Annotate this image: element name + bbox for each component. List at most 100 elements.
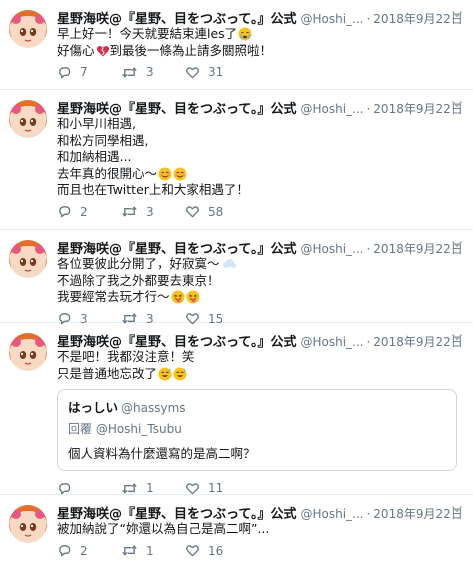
separator-dot: ·: [366, 12, 371, 26]
tweet[interactable]: 星野海咲@『星野、目をつぶって。』公式 @Hoshi_... · 2018年9月…: [0, 323, 473, 495]
smiling-face-emoji-icon: [173, 167, 187, 181]
heart-icon: [185, 65, 200, 80]
retweet-button[interactable]: 3: [121, 65, 185, 80]
sweat-smile-emoji-icon: [158, 367, 172, 381]
tongue-face-emoji-icon: [186, 290, 200, 304]
reply-button[interactable]: 7: [57, 65, 121, 80]
tweet-line: 各位要彼此分開了，好寂寞～: [57, 256, 220, 271]
quoted-tweet[interactable]: はっしい @hassyms 回覆 @Hoshi_Tsubu 個人資料為什麼還寫的是…: [57, 389, 457, 471]
tweet-line: 不過除了我之外都要去東京！: [57, 272, 220, 288]
like-button[interactable]: 11: [185, 481, 249, 496]
tweet-line: 被加納說了“妳還以為自己是高二啊”...: [57, 521, 270, 536]
author-name[interactable]: 星野海咲@『星野、目をつぶって。』公式: [57, 331, 296, 350]
tweet-header: 星野海咲@『星野、目をつぶって。』公式 @Hoshi_... · 2018年9月…: [57, 98, 465, 117]
reply-button[interactable]: 2: [57, 204, 121, 219]
avatar[interactable]: [9, 100, 47, 138]
smiling-face-emoji-icon: [158, 167, 172, 181]
cloud-puff-emoji-icon: [221, 257, 237, 271]
retweet-icon: [121, 543, 138, 558]
quoted-author-handle: @hassyms: [121, 401, 186, 415]
tweet-text: 各位要彼此分開了，好寂寞～ 不過除了我之外都要去東京！ 我要經常去玩才行～: [57, 256, 465, 306]
crying-face-emoji-icon: [238, 27, 252, 41]
reply-count: 7: [80, 65, 88, 79]
retweet-count: 3: [146, 204, 154, 219]
sweat-smile-emoji-icon: [173, 367, 187, 381]
author-name[interactable]: 星野海咲@『星野、目をつぶって。』公式: [57, 503, 296, 522]
author-handle[interactable]: @Hoshi_...: [300, 242, 363, 256]
tweet-line: 和松方同學相遇,: [57, 132, 149, 148]
separator-dot: ·: [366, 335, 371, 349]
tweet-actions: 7 3 31: [57, 59, 465, 85]
heart-icon: [185, 481, 200, 496]
retweet-icon: [121, 65, 138, 80]
separator-dot: ·: [366, 102, 371, 116]
timeline: 星野海咲@『星野、目をつぶって。』公式 @Hoshi_... · 2018年9月…: [0, 0, 473, 570]
chevron-down-icon[interactable]: [451, 99, 463, 109]
like-button[interactable]: 31: [185, 65, 249, 80]
tweet-header: 星野海咲@『星野、目をつぶって。』公式 @Hoshi_... · 2018年9月…: [57, 8, 465, 27]
like-button[interactable]: 16: [185, 543, 249, 558]
tweet-line: 不是吧！我都沒注意！笑: [57, 349, 195, 364]
author-handle[interactable]: @Hoshi_...: [300, 335, 363, 349]
tweet[interactable]: 星野海咲@『星野、目をつぶって。』公式 @Hoshi_... · 2018年9月…: [0, 90, 473, 230]
author-handle[interactable]: @Hoshi_...: [300, 102, 363, 116]
quoted-tweet-text: 個人資料為什麼還寫的是高二啊？: [68, 446, 256, 461]
like-button[interactable]: 58: [185, 204, 249, 219]
like-count: 58: [208, 204, 224, 219]
retweet-count: 3: [146, 65, 154, 79]
tweet-header: 星野海咲@『星野、目をつぶって。』公式 @Hoshi_... · 2018年9月…: [57, 238, 465, 257]
heart-icon: [185, 204, 200, 219]
retweet-icon: [121, 204, 138, 219]
tweet-line: 我要經常去玩才行～: [57, 289, 170, 304]
tweet-text: 不是吧！我都沒注意！笑 只是普通地忘改了: [57, 349, 465, 382]
reply-icon: [57, 65, 72, 80]
tweet-actions: 2 3 58: [57, 199, 465, 225]
reply-button[interactable]: 2: [57, 543, 121, 558]
tweet-text: 早上好一！今天就要結束連les了 好傷心 到最後一條為止請多關照啦！: [57, 26, 465, 59]
avatar[interactable]: [9, 10, 47, 48]
tweet-timestamp[interactable]: 2018年9月22日: [373, 505, 462, 522]
avatar[interactable]: [9, 333, 47, 371]
separator-dot: ·: [366, 242, 371, 256]
like-count: 31: [208, 65, 224, 79]
tweet[interactable]: 星野海咲@『星野、目をつぶって。』公式 @Hoshi_... · 2018年9月…: [0, 230, 473, 326]
tweet-timestamp[interactable]: 2018年9月22日: [373, 240, 462, 257]
tweet-timestamp[interactable]: 2018年9月22日: [373, 10, 462, 27]
tweet-line: 而且也在Twitter上和大家相遇了！: [57, 182, 249, 197]
tweet-header: 星野海咲@『星野、目をつぶって。』公式 @Hoshi_... · 2018年9月…: [57, 331, 465, 350]
reply-icon: [57, 481, 72, 496]
tweet-line: 只是普通地忘改了: [57, 365, 158, 381]
like-count: 16: [208, 543, 224, 558]
retweet-button[interactable]: 1: [121, 543, 185, 558]
author-name[interactable]: 星野海咲@『星野、目をつぶって。』公式: [57, 8, 296, 27]
avatar[interactable]: [9, 505, 47, 543]
author-name[interactable]: 星野海咲@『星野、目をつぶって。』公式: [57, 238, 296, 257]
avatar[interactable]: [9, 240, 47, 278]
retweet-button[interactable]: 1: [121, 481, 185, 496]
tweet-timestamp[interactable]: 2018年9月22日: [373, 333, 462, 350]
tweet-header: 星野海咲@『星野、目をつぶって。』公式 @Hoshi_... · 2018年9月…: [57, 503, 465, 522]
author-name[interactable]: 星野海咲@『星野、目をつぶって。』公式: [57, 98, 296, 117]
tweet-line: 和加納相遇...: [57, 149, 132, 164]
reply-button[interactable]: [57, 481, 121, 496]
reply-icon: [57, 204, 72, 219]
quoted-reply-to: 回覆 @Hoshi_Tsubu: [68, 422, 182, 436]
retweet-count: 1: [146, 543, 154, 558]
chevron-down-icon[interactable]: [451, 239, 463, 249]
tweet-line: 早上好一！今天就要結束連les了: [57, 26, 238, 41]
tweet-timestamp[interactable]: 2018年9月22日: [373, 100, 462, 117]
tweet[interactable]: 星野海咲@『星野、目をつぶって。』公式 @Hoshi_... · 2018年9月…: [0, 0, 473, 90]
author-handle[interactable]: @Hoshi_...: [300, 12, 363, 26]
tweet-line: 和小早川相遇,: [57, 116, 136, 131]
chevron-down-icon[interactable]: [451, 332, 463, 342]
chevron-down-icon[interactable]: [451, 504, 463, 514]
retweet-icon: [121, 481, 138, 496]
chevron-down-icon[interactable]: [451, 9, 463, 19]
like-count: 11: [208, 481, 224, 495]
tongue-face-emoji-icon: [171, 290, 185, 304]
author-handle[interactable]: @Hoshi_...: [300, 507, 363, 521]
retweet-button[interactable]: 3: [121, 204, 185, 219]
tweet-text: 和小早川相遇, 和松方同學相遇, 和加納相遇... 去年真的很開心～ 而且也在T…: [57, 116, 465, 199]
broken-heart-emoji-icon: [96, 44, 110, 58]
tweet[interactable]: 星野海咲@『星野、目をつぶって。』公式 @Hoshi_... · 2018年9月…: [0, 495, 473, 570]
